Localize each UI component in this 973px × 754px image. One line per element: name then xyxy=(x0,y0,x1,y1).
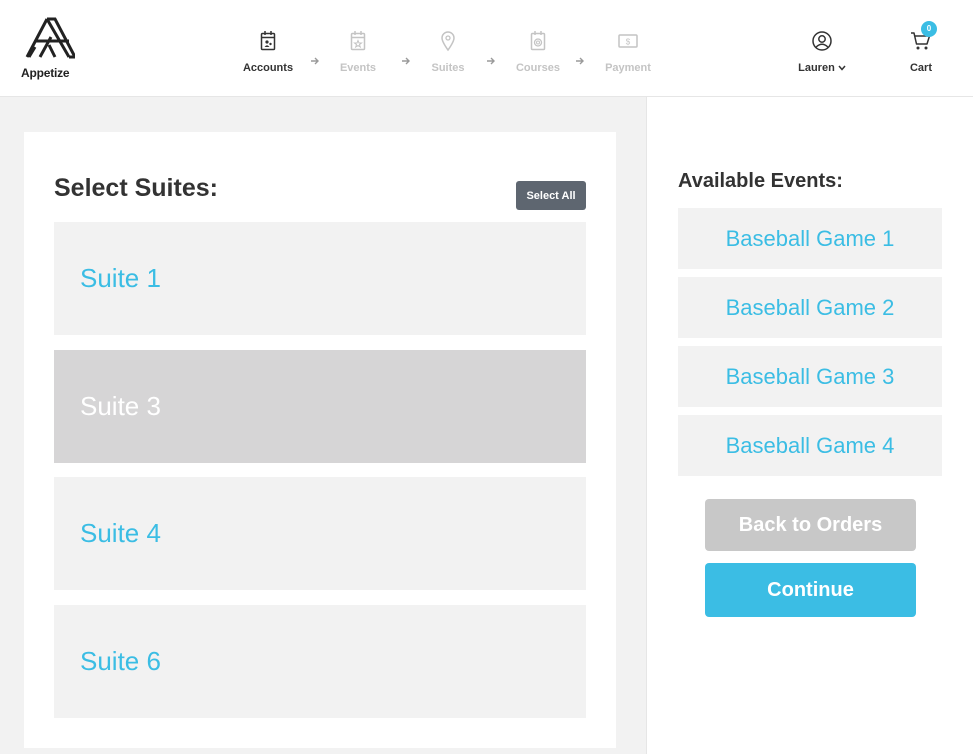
cart-label: Cart xyxy=(909,62,932,74)
brand-name: Appetize xyxy=(21,66,70,80)
suites-panel: Select Suites: Select All Suite 1 Suite … xyxy=(24,132,616,748)
suite-label: Suite 1 xyxy=(80,263,161,293)
suite-label: Suite 3 xyxy=(80,391,161,421)
event-item-1[interactable]: Baseball Game 1 xyxy=(678,208,942,269)
arrow-right-icon xyxy=(402,57,410,65)
step-payment[interactable]: $ Payment xyxy=(593,30,663,74)
user-name-label: Lauren xyxy=(794,62,850,74)
step-label: Payment xyxy=(605,62,651,74)
chevron-down-icon xyxy=(838,65,846,71)
suite-item-3[interactable]: Suite 3 xyxy=(54,350,586,463)
step-label: Courses xyxy=(515,62,561,74)
user-name: Lauren xyxy=(798,62,835,74)
back-to-orders-button[interactable]: Back to Orders xyxy=(705,499,916,551)
calendar-star-icon xyxy=(350,31,366,51)
suite-label: Suite 6 xyxy=(80,646,161,676)
suite-item-1[interactable]: Suite 1 xyxy=(54,222,586,335)
calendar-account-icon xyxy=(260,31,276,51)
event-item-4[interactable]: Baseball Game 4 xyxy=(678,415,942,476)
arrow-right-icon xyxy=(487,57,495,65)
step-label: Accounts xyxy=(242,62,294,74)
events-panel-title: Available Events: xyxy=(678,170,843,192)
step-label: Suites xyxy=(431,62,465,74)
step-events[interactable]: Events xyxy=(323,30,393,74)
step-courses[interactable]: Courses xyxy=(503,30,573,74)
suite-item-4[interactable]: Suite 4 xyxy=(54,477,586,590)
step-label: Events xyxy=(339,62,377,74)
suite-label: Suite 4 xyxy=(80,518,161,548)
svg-text:$: $ xyxy=(626,38,631,47)
step-accounts[interactable]: Accounts xyxy=(233,30,303,74)
cart-count-badge: 0 xyxy=(921,21,937,37)
events-panel: Available Events: Baseball Game 1 Baseba… xyxy=(646,97,973,754)
user-menu[interactable]: Lauren xyxy=(794,31,850,74)
event-item-3[interactable]: Baseball Game 3 xyxy=(678,346,942,407)
cart-button[interactable]: 0 Cart xyxy=(900,21,942,74)
event-item-2[interactable]: Baseball Game 2 xyxy=(678,277,942,338)
appetize-logo-mark xyxy=(25,17,75,59)
suite-item-6[interactable]: Suite 6 xyxy=(54,605,586,718)
dish-icon xyxy=(530,31,546,51)
suites-panel-title: Select Suites: xyxy=(54,174,218,202)
arrow-right-icon xyxy=(311,57,319,65)
top-header: Appetize Accounts Events Suites Courses … xyxy=(0,0,973,97)
step-suites[interactable]: Suites xyxy=(413,30,483,74)
continue-button[interactable]: Continue xyxy=(705,563,916,617)
location-pin-icon xyxy=(441,31,455,52)
dollar-bill-icon: $ xyxy=(618,34,638,48)
select-all-button[interactable]: Select All xyxy=(516,181,586,210)
appetize-logo[interactable]: Appetize xyxy=(21,17,79,80)
arrow-right-icon xyxy=(576,57,584,65)
user-circle-icon xyxy=(812,31,832,51)
